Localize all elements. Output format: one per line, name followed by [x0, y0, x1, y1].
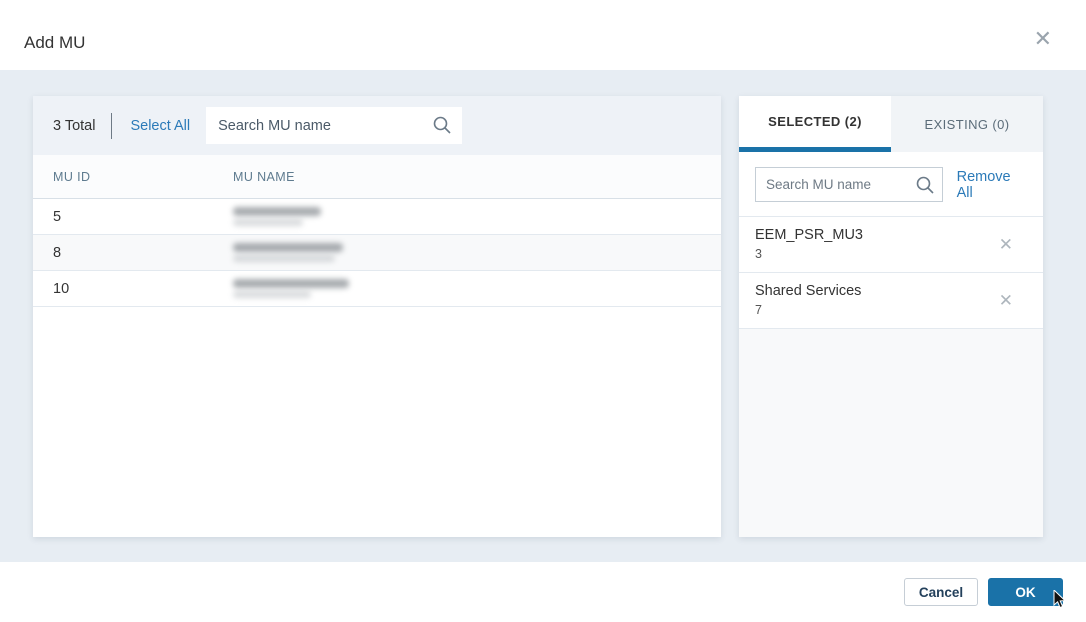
selected-mu-id: 7: [755, 303, 861, 317]
mu-id-cell: 8: [33, 245, 233, 261]
mu-name-cell: [233, 240, 721, 265]
selected-mu-id: 3: [755, 247, 863, 261]
search-mu-input[interactable]: [206, 107, 462, 144]
mu-id-cell: 5: [33, 209, 233, 225]
dialog-footer: Cancel OK: [0, 562, 1086, 622]
mu-name-cell: [233, 276, 721, 301]
select-all-link[interactable]: Select All: [130, 118, 190, 134]
list-item: Shared Services 7 ✕: [739, 272, 1043, 329]
table-row[interactable]: 10: [33, 271, 721, 307]
selected-mu-name: EEM_PSR_MU3: [755, 227, 863, 243]
list-item: EEM_PSR_MU3 3 ✕: [739, 216, 1043, 272]
table-row[interactable]: 5: [33, 199, 721, 235]
available-mu-panel: 3 Total Select All MU ID MU NAME 5: [33, 96, 721, 537]
column-header-mu-name: MU NAME: [233, 170, 721, 184]
right-panel-tabs: SELECTED (2) EXISTING (0): [739, 96, 1043, 152]
total-count-label: 3 Total: [53, 118, 95, 134]
search-icon: [915, 175, 935, 195]
mu-table-header: MU ID MU NAME: [33, 155, 721, 199]
toolbar-divider: [111, 113, 112, 139]
mouse-cursor: [1053, 590, 1069, 610]
mu-name-cell: [233, 204, 721, 229]
tab-existing[interactable]: EXISTING (0): [891, 96, 1043, 152]
remove-item-icon[interactable]: ✕: [999, 236, 1027, 253]
dialog-body: 3 Total Select All MU ID MU NAME 5: [0, 70, 1086, 562]
close-icon[interactable]: ✕: [1034, 28, 1052, 50]
tab-selected[interactable]: SELECTED (2): [739, 96, 891, 152]
remove-all-link[interactable]: Remove All: [957, 169, 1029, 201]
selected-mu-name: Shared Services: [755, 283, 861, 299]
ok-button[interactable]: OK: [988, 578, 1063, 606]
remove-item-icon[interactable]: ✕: [999, 292, 1027, 309]
search-icon: [432, 115, 452, 135]
mu-name-redacted: [233, 279, 363, 298]
mu-name-redacted: [233, 243, 363, 262]
cancel-button[interactable]: Cancel: [904, 578, 978, 606]
dialog-header: Add MU ✕: [0, 0, 1086, 70]
mu-name-redacted: [233, 207, 363, 226]
table-row[interactable]: 8: [33, 235, 721, 271]
mu-id-cell: 10: [33, 281, 233, 297]
left-search-box: [206, 107, 462, 144]
selected-mu-panel: SELECTED (2) EXISTING (0) Remove All EEM…: [739, 96, 1043, 537]
selected-mu-list: EEM_PSR_MU3 3 ✕ Shared Services 7 ✕: [739, 216, 1043, 537]
column-header-mu-id: MU ID: [33, 170, 233, 184]
left-toolbar: 3 Total Select All: [33, 96, 721, 155]
dialog-title: Add MU: [24, 33, 85, 53]
right-toolbar: Remove All: [739, 152, 1043, 216]
right-search-box: [755, 167, 943, 202]
